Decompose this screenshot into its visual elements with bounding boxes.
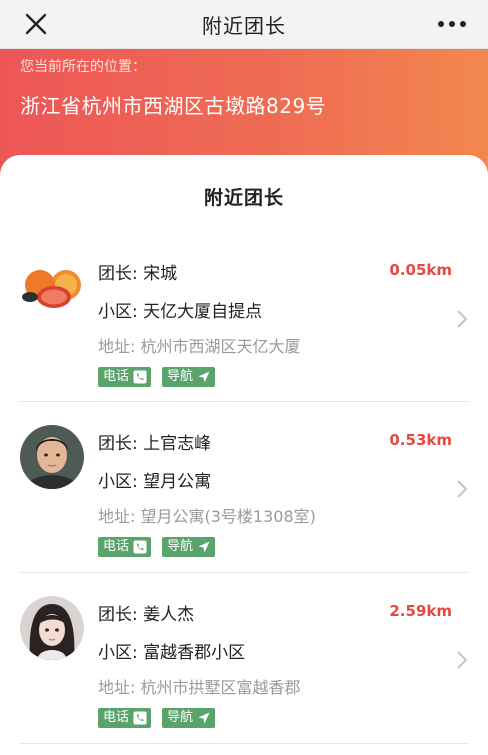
chevron-right-icon xyxy=(457,651,468,669)
leader-name: 团长: 上官志峰 xyxy=(98,434,212,454)
avatar xyxy=(20,425,84,489)
panel-title: 附近团长 xyxy=(203,187,284,209)
leader-address: 地址: 望月公寓(3号楼1308室) xyxy=(98,507,316,526)
leader-card[interactable]: 团长: 宋城 0.05km 小区: 天亿大厦自提点 地址: 杭州市西湖区天亿大厦… xyxy=(20,233,468,403)
divider xyxy=(20,572,468,573)
chevron-right-icon xyxy=(457,480,468,498)
leader-distance: 0.05km xyxy=(389,261,452,279)
leader-address: 地址: 杭州市西湖区天亿大厦 xyxy=(98,337,301,356)
leader-distance: 2.59km xyxy=(389,602,452,620)
call-button[interactable]: 电话 xyxy=(98,537,152,557)
current-location-address: 浙江省杭州市西湖区古墩路829号 xyxy=(20,94,327,118)
leader-name: 团长: 姜人杰 xyxy=(98,605,195,625)
navigation-arrow-icon xyxy=(198,712,210,724)
leader-card[interactable]: 团长: 上官志峰 0.53km 小区: 望月公寓 地址: 望月公寓(3号楼130… xyxy=(20,403,468,573)
navigate-label: 导航 xyxy=(167,710,194,725)
close-icon[interactable] xyxy=(22,10,50,38)
leader-address: 地址: 杭州市拱墅区富越香郡 xyxy=(98,678,301,697)
chevron-right-icon xyxy=(457,310,468,328)
person-avatar-image xyxy=(20,596,84,660)
navigate-label: 导航 xyxy=(167,369,194,384)
leader-community: 小区: 富越香郡小区 xyxy=(98,643,246,663)
call-label: 电话 xyxy=(103,710,130,725)
avatar xyxy=(20,255,84,319)
call-label: 电话 xyxy=(103,539,130,554)
leader-name: 团长: 宋城 xyxy=(98,264,178,284)
page-title: 附近团长 xyxy=(202,13,286,38)
call-button[interactable]: 电话 xyxy=(98,367,152,387)
divider xyxy=(20,743,468,744)
call-label: 电话 xyxy=(103,369,130,384)
phone-icon xyxy=(133,711,147,725)
navigate-button[interactable]: 导航 xyxy=(162,708,216,728)
navigation-arrow-icon xyxy=(198,371,210,383)
call-button[interactable]: 电话 xyxy=(98,708,152,728)
leader-distance: 0.53km xyxy=(389,431,452,449)
leader-card[interactable]: 团长: 姜人杰 2.59km 小区: 富越香郡小区 地址: 杭州市拱墅区富越香郡… xyxy=(20,574,468,744)
divider xyxy=(20,401,468,402)
nearby-leaders-panel: 附近团长 团长: 宋城 0.05km 小区: 天亿大厦自提点 地址: 杭州市西湖… xyxy=(0,155,488,755)
navigate-button[interactable]: 导航 xyxy=(162,367,216,387)
navigate-button[interactable]: 导航 xyxy=(162,537,216,557)
phone-icon xyxy=(133,540,147,554)
navigation-arrow-icon xyxy=(198,541,210,553)
leader-community: 小区: 望月公寓 xyxy=(98,472,212,492)
phone-icon xyxy=(133,370,147,384)
grapefruit-avatar-image xyxy=(20,255,84,319)
person-avatar-image xyxy=(20,425,84,489)
location-label: 您当前所在的位置： xyxy=(20,59,146,75)
more-options-icon[interactable] xyxy=(436,14,468,34)
avatar xyxy=(20,596,84,660)
leader-community: 小区: 天亿大厦自提点 xyxy=(98,302,263,322)
navigate-label: 导航 xyxy=(167,539,194,554)
top-nav-bar: 附近团长 xyxy=(0,0,488,49)
